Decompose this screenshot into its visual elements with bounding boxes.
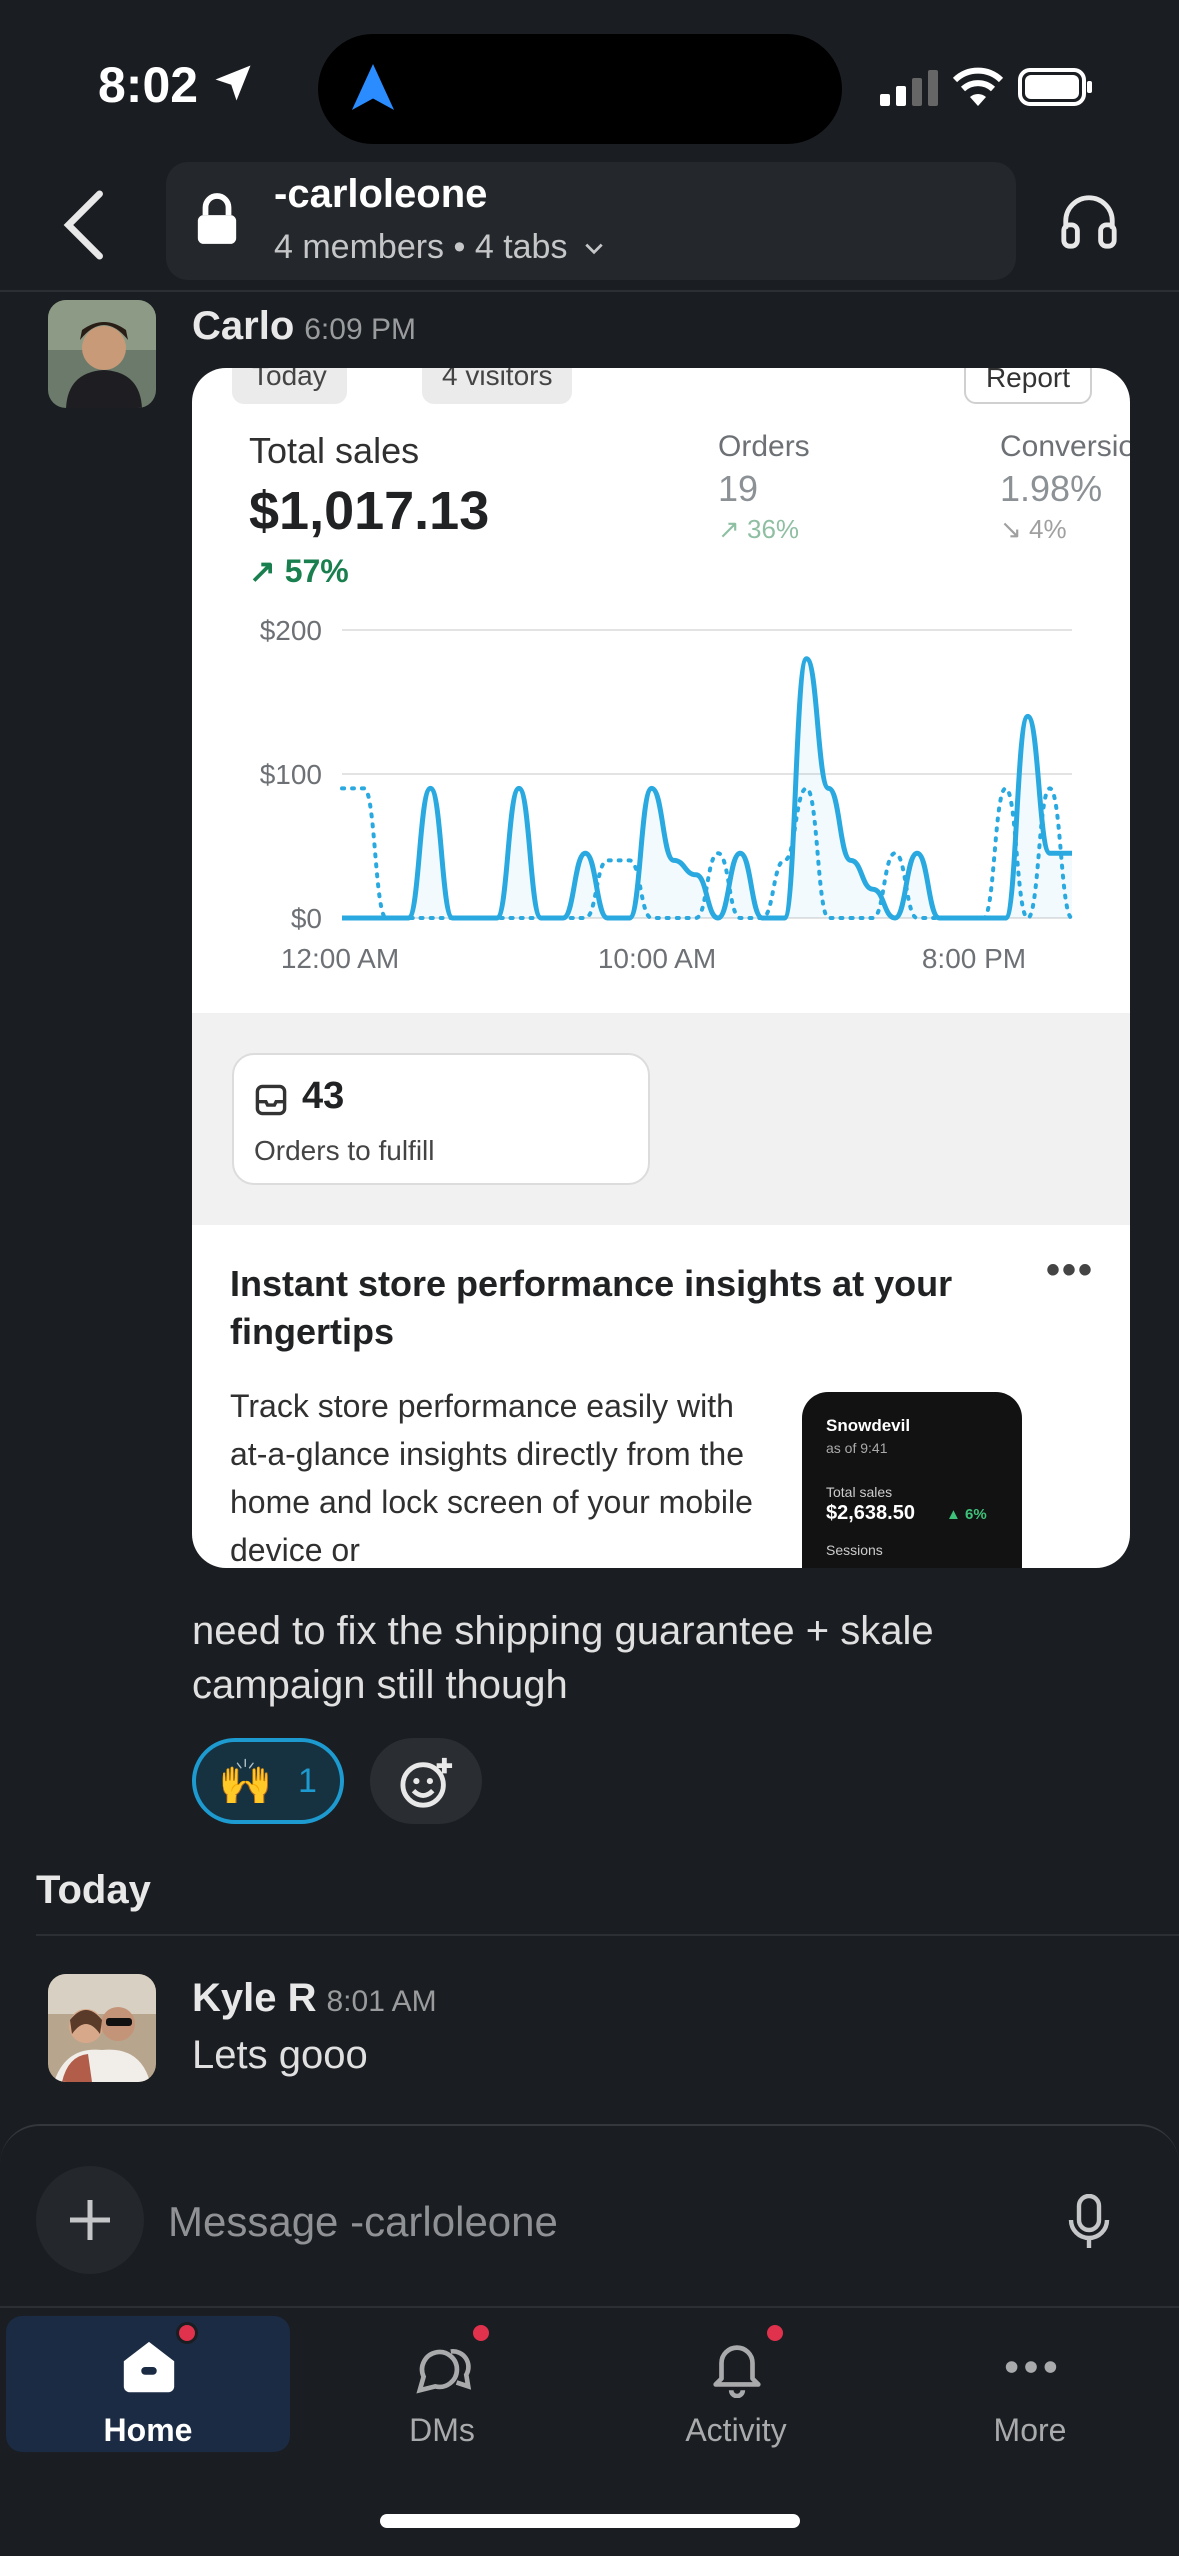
y-tick-label: $200 <box>260 615 322 646</box>
back-chevron-icon[interactable] <box>60 190 108 260</box>
date-divider: Today <box>36 1868 151 1912</box>
add-reaction-button[interactable] <box>370 1738 482 1824</box>
orders-value: 19 <box>718 468 759 509</box>
tab-label: Home <box>103 2412 193 2448</box>
orders-change: ↗ 36% <box>718 514 800 544</box>
notification-dot <box>470 2322 492 2344</box>
dms-chat-icon <box>416 2349 472 2394</box>
avatar[interactable] <box>48 1974 156 2082</box>
bell-icon <box>713 2345 761 2398</box>
dynamic-island <box>318 34 842 144</box>
tab-more[interactable]: More <box>888 2316 1172 2452</box>
orders-label: Orders <box>718 430 810 463</box>
sales-line-chart: $200 $100 $0 12:00 AM 10:00 AM 8:00 PM <box>260 615 1074 974</box>
phone-widget-preview: Snowdevil as of 9:41 Total sales $2,638.… <box>802 1392 1022 1568</box>
tab-label: DMs <box>409 2412 475 2448</box>
widget-as-of: as of 9:41 <box>826 1440 888 1456</box>
fulfill-section: 43 Orders to fulfill <box>192 1013 1130 1225</box>
insight-body: Track store performance easily with at-a… <box>230 1388 753 1568</box>
message-composer: Message -carloleone <box>0 2124 1179 2304</box>
avatar-photo <box>48 1974 156 2082</box>
more-options-icon: ••• <box>1046 1248 1095 1292</box>
channel-name: -carloleone <box>274 172 488 216</box>
home-indicator <box>380 2514 800 2528</box>
raised-hands-emoji: 🙌 <box>218 1758 273 1807</box>
tab-label: More <box>993 2412 1067 2448</box>
reaction-count: 1 <box>298 1762 317 1800</box>
x-tick-label: 12:00 AM <box>281 943 399 974</box>
attach-button[interactable] <box>36 2166 144 2274</box>
tab-dms[interactable]: DMs <box>300 2316 584 2452</box>
visitors-pill: 4 visitors <box>422 368 573 404</box>
more-dots-icon <box>1005 2361 1057 2373</box>
notification-dot <box>764 2322 786 2344</box>
message-sender[interactable]: Carlo 6:09 PM <box>192 304 416 349</box>
reaction-pill[interactable]: 🙌 1 <box>192 1738 344 1824</box>
report-button: Report <box>963 368 1092 404</box>
huddle-headphones-icon[interactable] <box>1058 190 1120 252</box>
avatar[interactable] <box>48 300 156 408</box>
inbox-icon <box>255 1084 287 1116</box>
widget-store-name: Snowdevil <box>826 1416 911 1435</box>
tab-home[interactable]: Home <box>6 2316 290 2452</box>
tab-label: Activity <box>685 2412 787 2448</box>
sender-name: Kyle R <box>192 1976 317 2020</box>
navigation-icon <box>351 64 395 110</box>
add-emoji-icon <box>400 1757 453 1808</box>
tab-activity[interactable]: Activity <box>594 2316 878 2452</box>
home-icon <box>123 2341 175 2393</box>
y-tick-label: $0 <box>291 903 322 934</box>
total-sales-change: ↗ 57% <box>249 553 349 589</box>
orders-to-fulfill-card: 43 Orders to fulfill <box>232 1053 650 1185</box>
plus-icon <box>70 2200 110 2240</box>
insight-title: Instant store performance insights at yo… <box>230 1263 953 1352</box>
divider-line <box>36 1934 1179 1936</box>
widget-sales-label: Total sales <box>826 1484 893 1500</box>
status-time: 8:02 <box>98 57 199 113</box>
channel-info-button[interactable]: -carloleone 4 members • 4 tabs <box>166 162 1016 280</box>
widget-sessions-label: Sessions <box>826 1542 883 1558</box>
fulfill-count: 43 <box>302 1075 345 1117</box>
widget-sales-change: ▲ 6% <box>946 1506 987 1523</box>
widget-sales-value: $2,638.50 <box>826 1502 915 1524</box>
lock-icon <box>197 193 237 244</box>
notification-dot <box>176 2322 198 2344</box>
conversion-value: 1.98% <box>1000 468 1103 509</box>
avatar-photo <box>48 300 156 408</box>
total-sales-value: $1,017.13 <box>249 481 490 541</box>
channel-subtitle: 4 members • 4 tabs <box>274 228 605 267</box>
x-tick-label: 8:00 PM <box>922 943 1026 974</box>
status-bar: 8:02 <box>0 0 1179 160</box>
channel-meta: 4 members • 4 tabs <box>274 228 568 266</box>
message-input[interactable]: Message -carloleone <box>168 2198 558 2246</box>
total-sales-label: Total sales <box>249 430 420 471</box>
x-tick-label: 10:00 AM <box>598 943 716 974</box>
message-timestamp: 8:01 AM <box>326 1985 437 2018</box>
date-range-pill: Today <box>232 368 347 404</box>
wifi-icon <box>952 67 1004 106</box>
image-attachment[interactable]: Today 4 visitors Report Total sales $1,0… <box>192 368 1130 1568</box>
location-arrow-icon <box>215 65 251 101</box>
conversion-change: ↘ 4% <box>1000 514 1067 544</box>
battery-icon <box>1018 68 1092 106</box>
message-timestamp: 6:09 PM <box>304 313 416 346</box>
channel-header: -carloleone 4 members • 4 tabs <box>0 160 1179 292</box>
chevron-down-icon <box>585 243 603 255</box>
sender-name: Carlo <box>192 304 295 348</box>
message-text: need to fix the shipping guarantee + ska… <box>192 1609 934 1707</box>
conversion-label: Conversio <box>1000 430 1130 463</box>
cellular-signal-icon <box>880 70 938 106</box>
message-sender[interactable]: Kyle R 8:01 AM <box>192 1976 437 2021</box>
y-tick-label: $100 <box>260 759 322 790</box>
message-text: Lets gooo <box>192 2033 368 2077</box>
microphone-icon[interactable] <box>1064 2194 1114 2250</box>
fulfill-label: Orders to fulfill <box>254 1135 435 1166</box>
